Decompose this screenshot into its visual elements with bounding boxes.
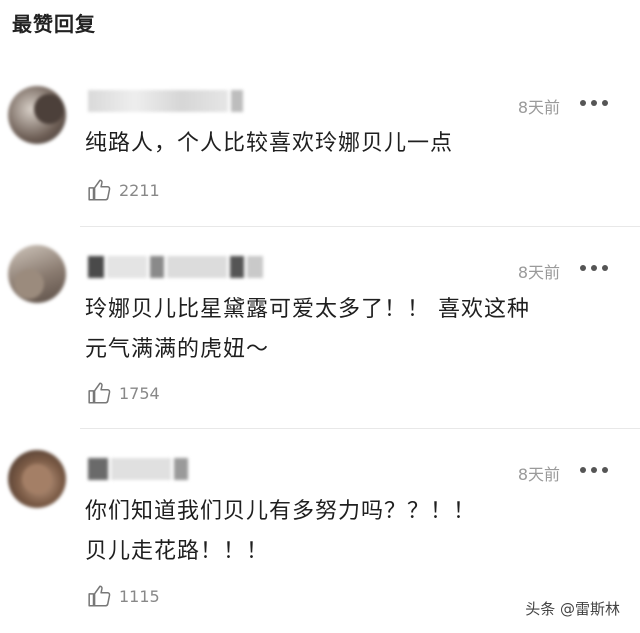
comment-text-line: 你们知道我们贝儿有多努力吗？？！！ <box>85 499 477 524</box>
username-blurred[interactable] <box>88 458 188 480</box>
username-blurred[interactable] <box>88 256 263 278</box>
like-count: 2211 <box>119 180 160 200</box>
section-title: 最赞回复 <box>12 12 96 36</box>
like-count: 1115 <box>119 586 160 606</box>
like-button[interactable]: 2211 <box>87 177 160 203</box>
comment-text-line: 贝儿走花路！！！ <box>85 539 270 564</box>
avatar[interactable] <box>8 450 66 508</box>
like-button[interactable]: 1754 <box>87 380 160 406</box>
divider <box>80 226 640 227</box>
comment-time: 8天前 <box>517 465 560 484</box>
thumbs-up-icon <box>88 585 111 607</box>
comment-text: 纯路人，个人比较喜欢玲娜贝儿一点 <box>85 124 625 164</box>
more-options-icon[interactable] <box>580 265 610 273</box>
more-options-icon[interactable] <box>580 100 610 108</box>
comment-text-line: 纯路人，个人比较喜欢玲娜贝儿一点 <box>85 131 454 156</box>
avatar[interactable] <box>8 245 66 303</box>
divider <box>80 428 640 429</box>
avatar[interactable] <box>8 86 66 144</box>
comment-time: 8天前 <box>517 263 560 282</box>
comment-text-line: 元气满满的虎妞～ <box>85 337 270 362</box>
thumbs-up-icon <box>88 382 111 404</box>
watermark: 头条 @雷斯林 <box>525 600 620 618</box>
comment-text-line: 玲娜贝儿比星黛露可爱太多了！！ 喜欢这种 <box>85 297 530 322</box>
comment-time: 8天前 <box>517 98 560 117</box>
like-button[interactable]: 1115 <box>87 583 160 609</box>
comment-text: 玲娜贝儿比星黛露可爱太多了！！ 喜欢这种 元气满满的虎妞～ <box>85 290 625 370</box>
username-blurred[interactable] <box>88 90 243 112</box>
comment-text: 你们知道我们贝儿有多努力吗？？！！ 贝儿走花路！！！ <box>85 492 625 572</box>
like-count: 1754 <box>119 383 160 403</box>
thumbs-up-icon <box>88 179 111 201</box>
more-options-icon[interactable] <box>580 467 610 475</box>
